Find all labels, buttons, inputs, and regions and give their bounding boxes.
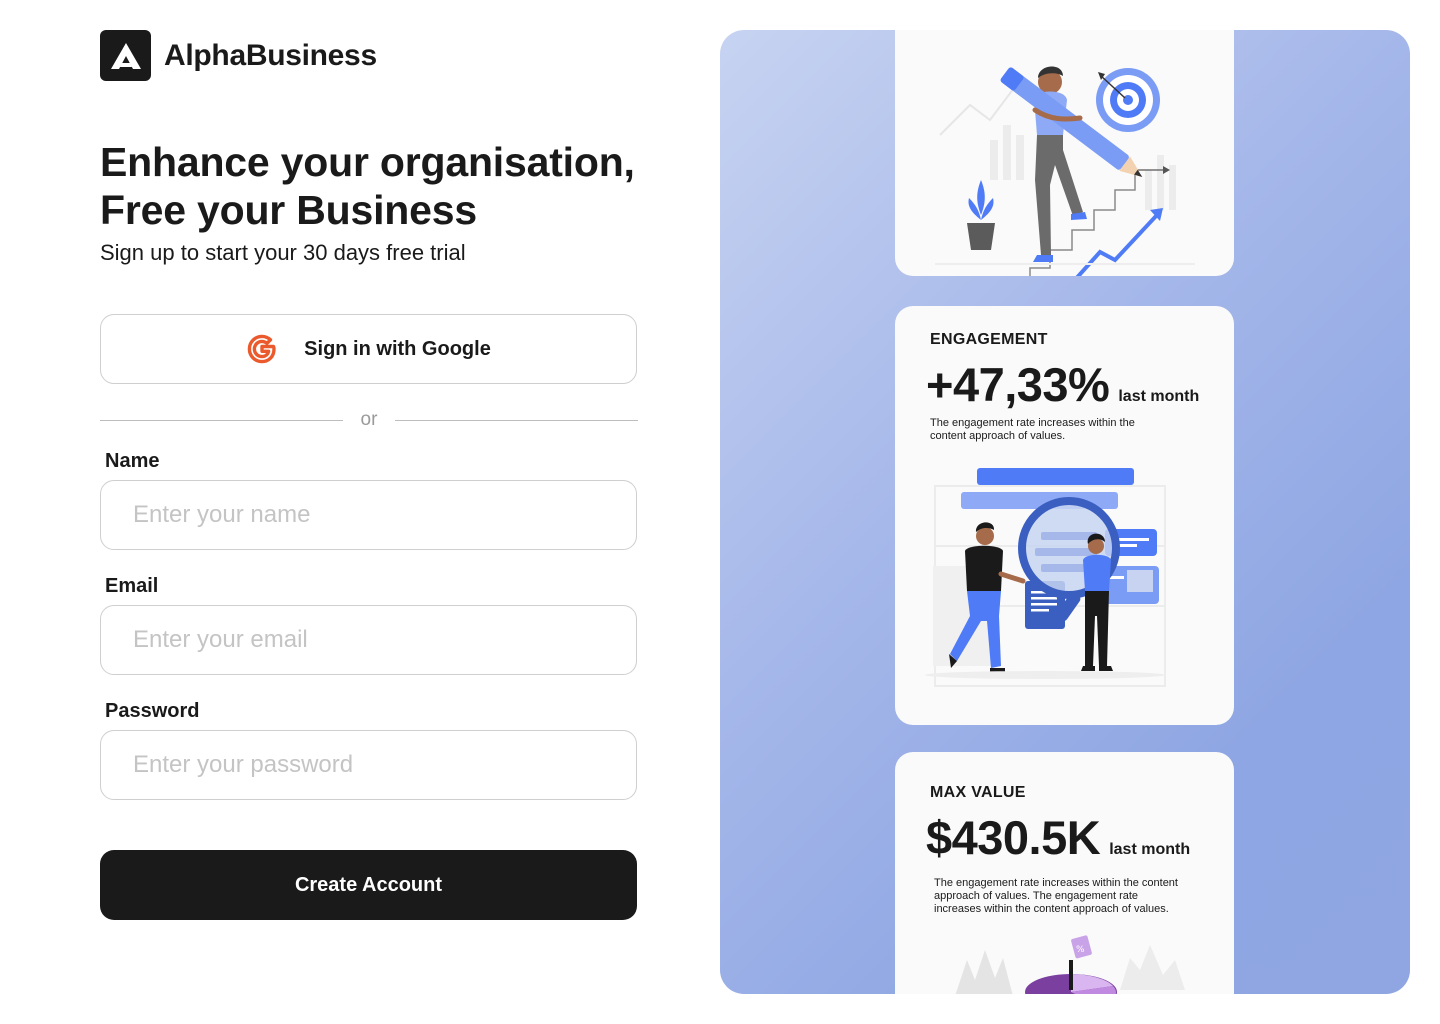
google-signin-label: Sign in with Google xyxy=(304,337,491,360)
engagement-period: last month xyxy=(1118,388,1200,405)
divider-line-right xyxy=(395,419,638,421)
email-label: Email xyxy=(105,575,159,597)
analytics-magnifier-illustration xyxy=(925,468,1166,687)
headline-line-1: Enhance your organisation, xyxy=(100,139,635,185)
growth-card xyxy=(895,30,1234,276)
svg-text:%: % xyxy=(1076,945,1085,955)
divider-text: or xyxy=(360,409,378,430)
divider-line-left xyxy=(100,419,343,421)
growth-stairs-illustration xyxy=(935,66,1195,276)
pie-chart-illustration: % xyxy=(955,935,1185,994)
page-subtitle: Sign up to start your 30 days free trial xyxy=(100,240,466,265)
max-value-amount: $430.5K xyxy=(926,811,1101,864)
google-signin-button[interactable]: Sign in with Google xyxy=(100,314,637,384)
promo-panel: ENGAGEMENT +47,33% last month The engage… xyxy=(720,30,1410,994)
password-label: Password xyxy=(105,700,200,722)
password-field[interactable] xyxy=(100,730,637,800)
max-value-description: The engagement rate increases within the… xyxy=(934,877,1178,915)
max-value-title: MAX VALUE xyxy=(930,784,1026,801)
email-field[interactable] xyxy=(100,605,637,675)
max-value-period: last month xyxy=(1109,841,1191,858)
page-title: Enhance your organisation, Free your Bus… xyxy=(100,138,660,234)
engagement-stat: +47,33% last month xyxy=(926,361,1199,408)
max-value-card: MAX VALUE $430.5K last month The engagem… xyxy=(895,752,1234,994)
engagement-value: +47,33% xyxy=(926,358,1110,411)
name-field[interactable] xyxy=(100,480,637,550)
name-label: Name xyxy=(105,450,160,472)
alpha-logo-icon xyxy=(100,30,151,81)
headline-line-2: Free your Business xyxy=(100,187,477,233)
google-icon xyxy=(246,333,278,365)
engagement-title: ENGAGEMENT xyxy=(930,331,1048,348)
engagement-card: ENGAGEMENT +47,33% last month The engage… xyxy=(895,306,1234,725)
create-account-button[interactable]: Create Account xyxy=(100,850,637,920)
or-divider: or xyxy=(100,406,638,434)
brand: AlphaBusiness xyxy=(100,30,377,81)
engagement-description: The engagement rate increases within the… xyxy=(930,417,1135,442)
brand-name: AlphaBusiness xyxy=(164,38,377,72)
max-value-stat: $430.5K last month xyxy=(926,814,1190,861)
